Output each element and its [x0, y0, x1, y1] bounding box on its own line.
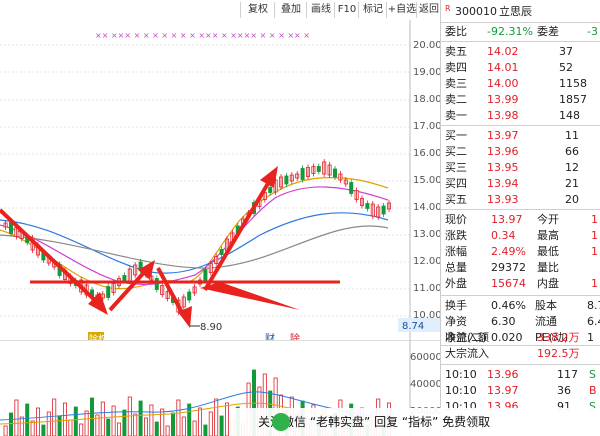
- fundamental-row: 换手0.46%股本8.7: [445, 299, 600, 312]
- quote-stat-row: 现价 13.97 今开 1: [445, 213, 598, 226]
- fund-flow-row: 净流入额 338.2万: [445, 331, 580, 344]
- volume-bar: [57, 415, 62, 436]
- price-axis-label: 16.00: [413, 148, 442, 159]
- chart-toolbar: 复权 叠加 画线 F10 标记 +自选 返回: [0, 0, 440, 21]
- volume-bar: [165, 425, 170, 436]
- volume-bar: [41, 424, 46, 436]
- volume-bar: [19, 416, 24, 436]
- ask-row[interactable]: 卖三 14.00 1158: [441, 76, 600, 92]
- volume-bar: [79, 423, 84, 436]
- volume-bar: [30, 420, 35, 436]
- order-ratio-row: 委比 -92.31% 委差 -3: [445, 25, 598, 38]
- volume-axis-label: 60000: [410, 352, 442, 363]
- stock-header: R 300010 立思辰: [445, 4, 532, 18]
- overlay-button[interactable]: 叠加: [274, 2, 307, 18]
- quote-stat-row: 涨幅 2.49% 最低 1: [445, 245, 598, 258]
- volume-bar: [149, 404, 154, 436]
- tick-row: 10:10 13.97 36 B: [445, 384, 597, 397]
- volume-bar: [208, 411, 213, 436]
- finance-tag: 财: [265, 332, 275, 340]
- volume-bar: [14, 399, 19, 436]
- f10-button[interactable]: F10: [334, 2, 359, 18]
- fund-flow-row: 大宗流入 192.5万: [445, 347, 580, 360]
- volume-bar: [25, 403, 30, 436]
- volume-bar: [176, 399, 181, 436]
- volume-bar: [63, 402, 68, 436]
- draw-line-button[interactable]: 画线: [306, 2, 335, 18]
- volume-bar: [181, 416, 186, 436]
- volume-bar: [73, 406, 78, 436]
- price-axis-label: 13.00: [413, 229, 442, 240]
- volume-bar: [90, 397, 95, 436]
- bid-row[interactable]: 买五 13.93 20: [441, 192, 600, 208]
- price-axis-label: 19.00: [413, 67, 442, 78]
- wechat-icon: [272, 413, 290, 431]
- ask-row[interactable]: 卖二 13.99 1857: [441, 92, 600, 108]
- add-watchlist-button[interactable]: +自选: [386, 2, 417, 18]
- current-price-label: 8.74: [402, 321, 424, 332]
- tick-row: 10:10 13.96 117 S: [445, 368, 596, 381]
- stock-name: 立思辰: [499, 5, 532, 18]
- volume-bar: [143, 417, 148, 436]
- candlestick-chart[interactable]: ×× ××× × × × × × × × ××× × ×××× × × × ××…: [0, 20, 440, 340]
- volume-bar: [117, 422, 122, 436]
- fundamental-row: 净资6.30流通6.4: [445, 315, 600, 328]
- dividend-tag: 除: [290, 332, 300, 340]
- volume-bar: [138, 400, 143, 436]
- event-markers: ×× ××× × × × × × × × ××× × ×××× × × × ××…: [95, 31, 310, 40]
- ask-row[interactable]: 卖四 14.01 52: [441, 60, 600, 76]
- quote-panel: R 300010 立思辰 委比 -92.31% 委差 -3 卖五 14.02 37 卖…: [440, 0, 600, 436]
- bid-row[interactable]: 买四 13.94 21: [441, 176, 600, 192]
- price-axis-label: 17.00: [413, 121, 442, 132]
- volume-bar: [46, 411, 51, 436]
- price-axis-label: 10.00: [413, 310, 442, 321]
- quote-stat-row: 外盘 15674 内盘 1: [445, 277, 598, 290]
- price-axis-label: 20.00: [413, 40, 442, 51]
- volume-bar: [133, 413, 138, 436]
- restore-rights-button[interactable]: 复权: [240, 2, 275, 18]
- volume-bar: [84, 410, 89, 436]
- ask-row[interactable]: 卖五 14.02 37: [441, 44, 600, 60]
- volume-bar: [100, 401, 105, 436]
- volume-bar: [224, 402, 229, 436]
- volume-bar: [68, 419, 73, 436]
- volume-bar: [111, 405, 116, 436]
- volume-bar: [214, 398, 219, 436]
- volume-bar: [219, 415, 224, 436]
- volume-bar: [52, 398, 57, 436]
- volume-bar: [197, 407, 202, 436]
- volume-bar: [3, 425, 8, 436]
- volume-bar: [8, 412, 13, 436]
- price-axis-label: 11.00: [413, 283, 442, 294]
- volume-bar: [192, 420, 197, 436]
- quote-stat-row: 总量 29372 量比: [445, 261, 559, 274]
- price-axis-label: 12.00: [413, 256, 442, 267]
- price-axis-label: 18.00: [413, 94, 442, 105]
- ask-row[interactable]: 卖一 13.98 148: [441, 108, 600, 124]
- volume-bar: [203, 424, 208, 436]
- volume-bar: [170, 412, 175, 436]
- bid-row[interactable]: 买三 13.95 12: [441, 160, 600, 176]
- stock-code: 300010: [455, 5, 497, 18]
- mark-button[interactable]: 标记: [358, 2, 387, 18]
- bid-row[interactable]: 买一 13.97 11: [441, 128, 600, 144]
- volume-bar: [154, 421, 159, 436]
- price-axis-label: 14.00: [413, 202, 442, 213]
- volume-bar: [122, 409, 127, 436]
- svg-text:除权: 除权: [89, 333, 107, 340]
- volume-bar: [160, 408, 165, 436]
- price-axis-label: 15.00: [413, 175, 442, 186]
- quote-stat-row: 涨跌 0.34 最高 1: [445, 229, 598, 242]
- volume-axis-label: 40000: [410, 379, 442, 390]
- bid-row[interactable]: 买二 13.96 66: [441, 144, 600, 160]
- back-button[interactable]: 返回: [416, 2, 441, 18]
- low-price-label: 8.90: [200, 322, 222, 333]
- volume-bar: [106, 418, 111, 436]
